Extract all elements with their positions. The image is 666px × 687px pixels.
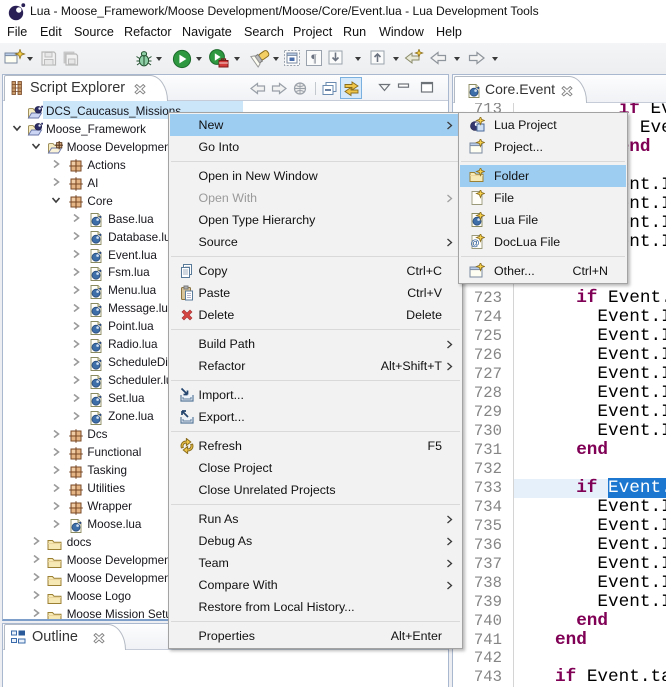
- svg-text:@: @: [471, 238, 480, 248]
- svg-text:¶: ¶: [311, 51, 317, 65]
